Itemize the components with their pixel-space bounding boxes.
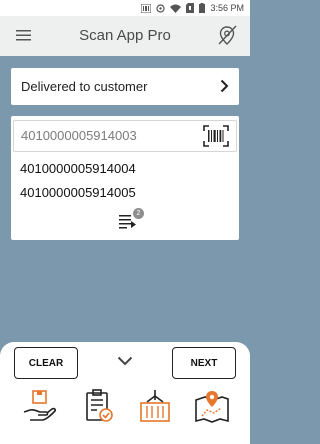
scanned-item: 4010000005914005 [20,185,136,200]
chevron-down-icon[interactable] [117,356,133,366]
wifi-icon [170,4,182,13]
bottom-sheet: CLEAR NEXT [0,342,250,444]
app-bar: Scan App Pro [0,16,250,56]
scanned-count-badge: 2 [133,208,144,219]
battery-icon [199,3,206,13]
status-time: 3:56 PM [210,3,244,13]
map-route-icon[interactable] [194,388,230,424]
page-title: Scan App Pro [79,27,171,44]
scan-card: 4010000005914003 4010000005914004 401000… [11,116,239,240]
barcode-scan-icon[interactable] [203,125,229,147]
container-crane-icon[interactable] [137,388,173,424]
delivery-hand-icon[interactable] [22,388,58,424]
barcode-notification-icon [141,3,152,13]
chevron-right-icon [220,79,229,93]
delivery-status-value: Delivered to customer [21,79,148,94]
clear-button[interactable]: CLEAR [14,347,78,379]
scanned-item: 4010000005914004 [20,161,136,176]
status-bar: 3:56 PM [0,0,250,16]
next-button[interactable]: NEXT [172,347,236,379]
no-sim-icon [186,3,195,13]
sync-icon [156,3,166,13]
gps-off-icon[interactable] [216,24,238,46]
delivery-status-select[interactable]: Delivered to customer [11,68,239,105]
checklist-icon[interactable] [80,388,116,424]
